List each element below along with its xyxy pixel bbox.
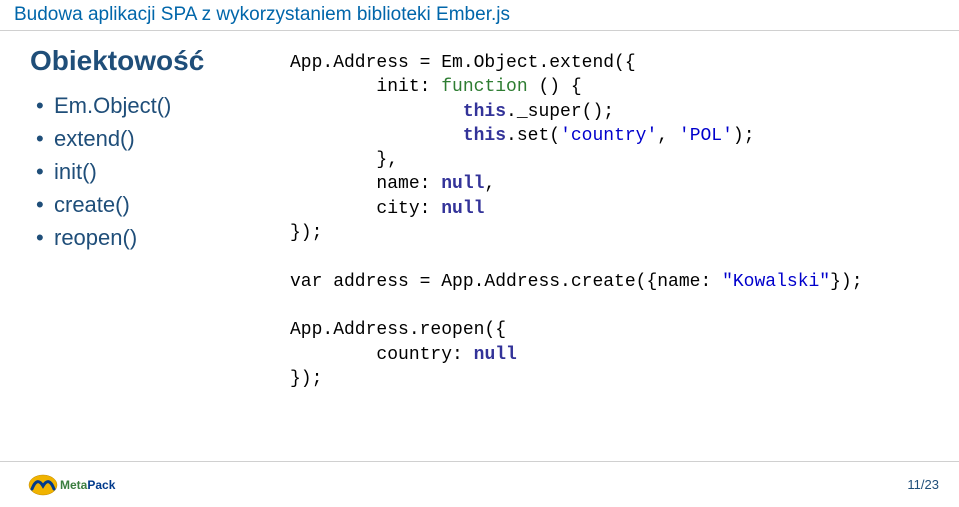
code-part: .set( bbox=[506, 126, 560, 146]
code-line: }, bbox=[290, 150, 398, 170]
list-item: init() bbox=[36, 155, 230, 188]
code-line: }); bbox=[290, 369, 322, 389]
bullet-list: Em.Object() extend() init() create() reo… bbox=[30, 89, 230, 254]
topic-heading: Obiektowość bbox=[30, 45, 230, 77]
code-this: this bbox=[463, 126, 506, 146]
code-part: name: bbox=[290, 174, 441, 194]
code-part: ); bbox=[733, 126, 755, 146]
right-column: App.Address = Em.Object.extend({ init: f… bbox=[290, 45, 945, 391]
logo-text-meta: Meta bbox=[60, 478, 87, 492]
page-number: 11/23 bbox=[907, 477, 939, 492]
slide-footer: MetaPack 11/23 bbox=[0, 461, 959, 507]
list-item: create() bbox=[36, 188, 230, 221]
code-part: ._super(); bbox=[506, 102, 614, 122]
list-item: reopen() bbox=[36, 221, 230, 254]
code-keyword: function bbox=[441, 77, 527, 97]
code-part: init: bbox=[290, 77, 441, 97]
code-line: }); bbox=[290, 223, 322, 243]
left-column: Obiektowość Em.Object() extend() init() … bbox=[30, 45, 230, 391]
slide-header: Budowa aplikacji SPA z wykorzystaniem bi… bbox=[0, 0, 959, 31]
code-string: "Kowalski" bbox=[722, 272, 830, 292]
code-part: , bbox=[484, 174, 495, 194]
code-part: city: bbox=[290, 199, 441, 219]
code-line: App.Address.reopen({ bbox=[290, 320, 506, 340]
code-null: null bbox=[441, 199, 484, 219]
code-part bbox=[290, 102, 463, 122]
code-string: 'country' bbox=[560, 126, 657, 146]
code-part bbox=[290, 126, 463, 146]
logo-text-pack: Pack bbox=[87, 478, 115, 492]
logo-mark-icon bbox=[28, 474, 58, 496]
code-this: this bbox=[463, 102, 506, 122]
list-item: extend() bbox=[36, 122, 230, 155]
list-item: Em.Object() bbox=[36, 89, 230, 122]
code-null: null bbox=[474, 345, 517, 365]
code-string: 'POL' bbox=[679, 126, 733, 146]
logo-text: MetaPack bbox=[60, 478, 115, 492]
code-part: var address = App.Address.create({name: bbox=[290, 272, 722, 292]
code-part: }); bbox=[830, 272, 862, 292]
code-part: () { bbox=[528, 77, 582, 97]
code-part: , bbox=[657, 126, 679, 146]
logo: MetaPack bbox=[28, 474, 115, 496]
slide-context-title: Budowa aplikacji SPA z wykorzystaniem bi… bbox=[14, 4, 945, 26]
code-line: App.Address = Em.Object.extend({ bbox=[290, 53, 636, 73]
slide-content: Obiektowość Em.Object() extend() init() … bbox=[0, 31, 959, 391]
code-block: App.Address = Em.Object.extend({ init: f… bbox=[290, 51, 945, 391]
code-null: null bbox=[441, 174, 484, 194]
code-part: country: bbox=[290, 345, 474, 365]
